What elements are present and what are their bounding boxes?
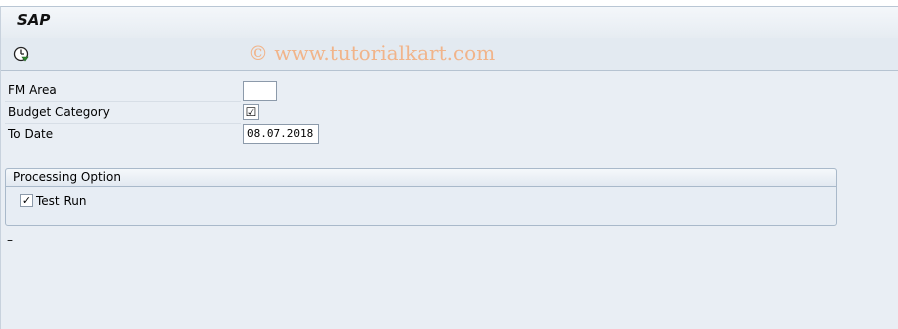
budget-category-checkbox[interactable]: ☑: [243, 104, 259, 120]
budget-category-label: Budget Category: [8, 105, 110, 119]
sap-window: SAP © www.tutorialkart.com FM Area Budge…: [0, 6, 898, 329]
to-date-input[interactable]: 08.07.2018: [243, 124, 319, 144]
title-bar: SAP: [1, 7, 898, 39]
status-indicator: –: [7, 233, 13, 247]
application-toolbar: © www.tutorialkart.com: [1, 38, 898, 71]
execute-button[interactable]: [11, 44, 31, 64]
execute-clock-icon: [13, 46, 29, 62]
group-header: Processing Option: [6, 169, 836, 187]
watermark-text: © www.tutorialkart.com: [248, 41, 496, 65]
to-date-row: To Date 08.07.2018: [5, 124, 319, 146]
window-title: SAP: [17, 11, 51, 29]
test-run-label: Test Run: [36, 194, 87, 208]
group-title: Processing Option: [13, 170, 121, 184]
test-run-checkbox[interactable]: ✓: [20, 194, 33, 207]
fm-area-label: FM Area: [8, 83, 57, 97]
to-date-label: To Date: [8, 127, 54, 141]
processing-option-group: Processing Option ✓ Test Run: [5, 168, 837, 226]
budget-category-row: Budget Category ☑: [5, 102, 318, 124]
fm-area-row: FM Area: [5, 80, 318, 102]
fm-area-input[interactable]: [243, 81, 277, 101]
